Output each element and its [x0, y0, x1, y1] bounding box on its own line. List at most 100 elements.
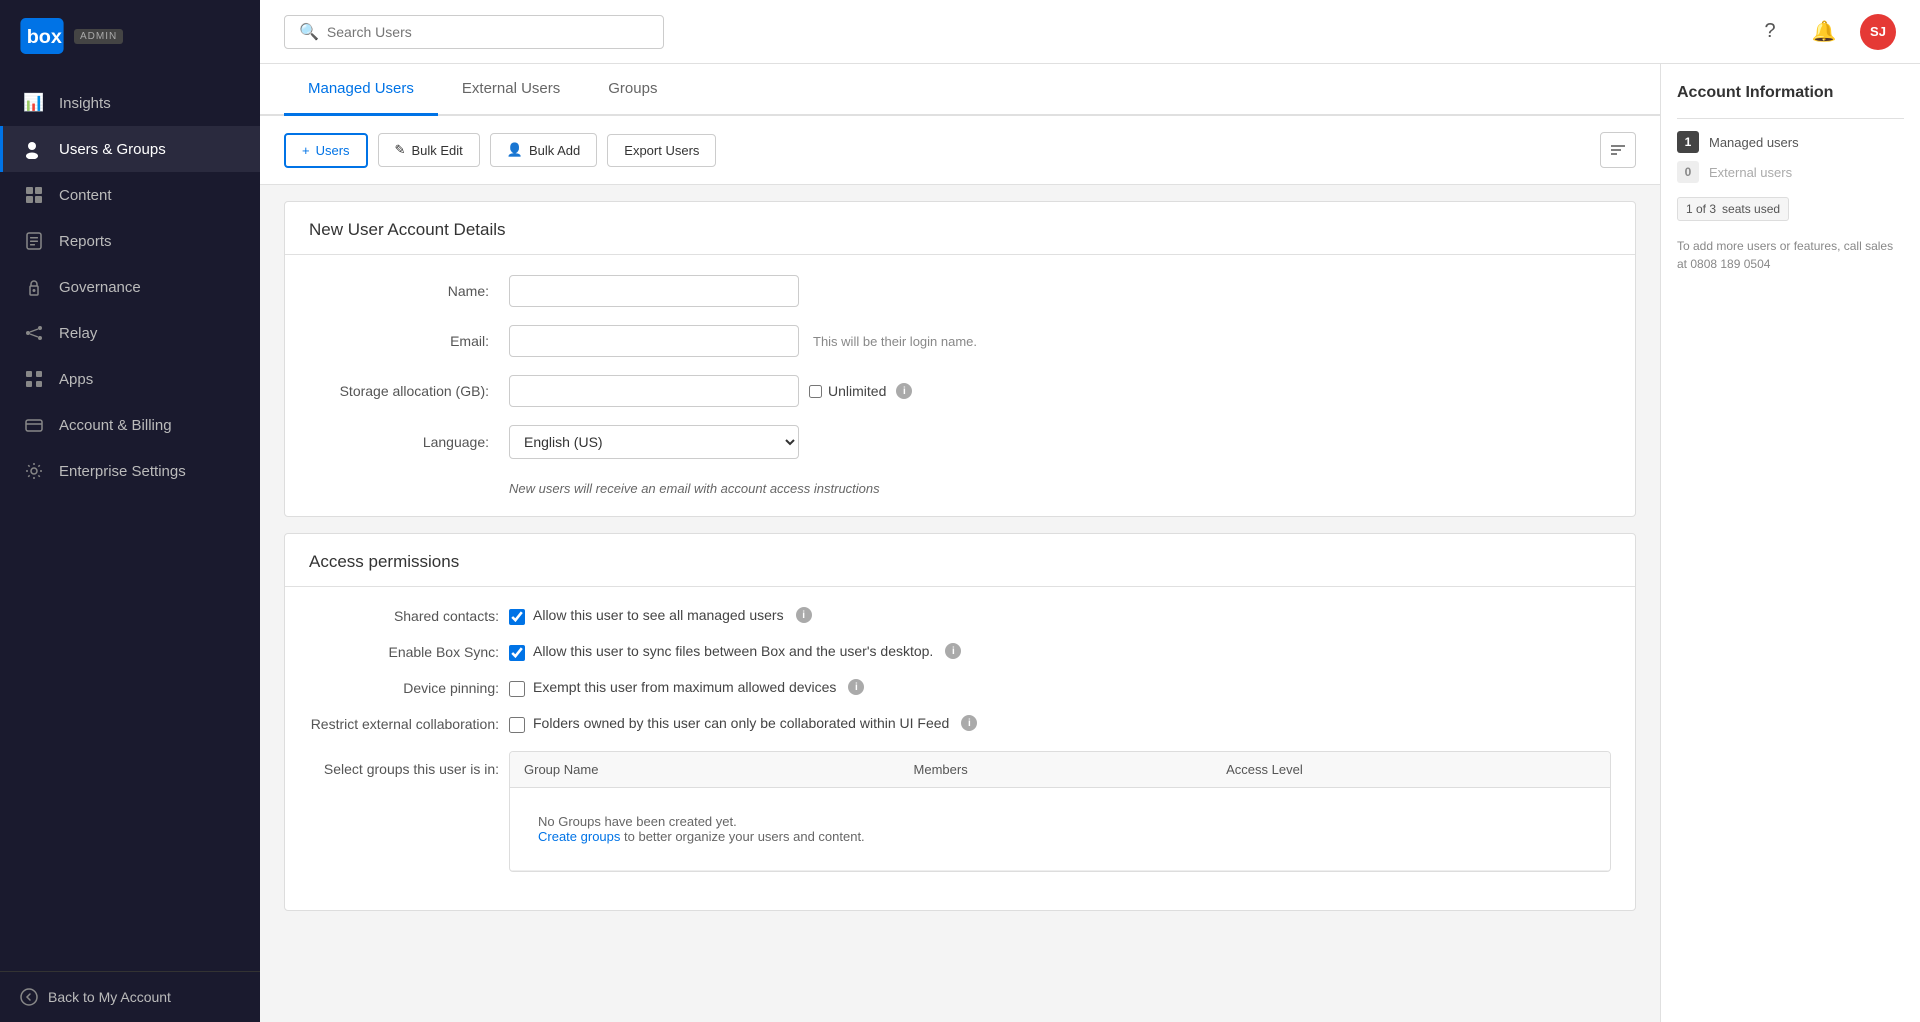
shared-contacts-row: Shared contacts: Allow this user to see …: [309, 607, 1611, 625]
managed-users-badge: 1: [1677, 131, 1699, 153]
name-input[interactable]: [509, 275, 799, 307]
sort-icon: [1609, 141, 1627, 159]
admin-badge: ADMIN: [74, 29, 123, 44]
new-user-title: New User Account Details: [285, 202, 1635, 255]
sidebar-item-label: Content: [59, 187, 112, 204]
device-pinning-checkbox[interactable]: [509, 681, 525, 697]
device-pinning-label: Device pinning:: [309, 680, 509, 696]
insights-icon: 📊: [23, 92, 45, 114]
main-area: 🔍 ? 🔔 SJ Managed Users External Users Gr…: [260, 0, 1920, 1022]
plus-icon: +: [302, 143, 310, 158]
device-pinning-text: Exempt this user from maximum allowed de…: [533, 679, 836, 695]
shared-contacts-text: Allow this user to see all managed users: [533, 607, 784, 623]
panel-title: Account Information: [1677, 84, 1904, 102]
tab-managed-users[interactable]: Managed Users: [284, 64, 438, 116]
email-input[interactable]: [509, 325, 799, 357]
bulk-add-button[interactable]: 👤 Bulk Add: [490, 133, 598, 167]
bulk-edit-icon: ✎: [395, 142, 406, 158]
seats-badge: 1 of 3 seats used: [1677, 197, 1789, 221]
sales-note: To add more users or features, call sale…: [1677, 237, 1904, 273]
governance-icon: [23, 276, 45, 298]
external-users-badge: 0: [1677, 161, 1699, 183]
topbar-icons: ? 🔔 SJ: [1752, 14, 1896, 50]
access-permissions-body: Shared contacts: Allow this user to see …: [285, 587, 1635, 910]
storage-label: Storage allocation (GB):: [309, 383, 509, 399]
sidebar-item-insights[interactable]: 📊 Insights: [0, 80, 260, 126]
account-billing-icon: [23, 414, 45, 436]
sidebar-item-label: Relay: [59, 325, 97, 342]
name-row: Name:: [309, 275, 1611, 307]
shared-contacts-label: Shared contacts:: [309, 608, 509, 624]
storage-input[interactable]: 10: [509, 375, 799, 407]
bulk-add-icon: 👤: [507, 142, 523, 158]
add-users-button[interactable]: + Users: [284, 133, 368, 168]
tabs-bar: Managed Users External Users Groups: [260, 64, 1660, 116]
groups-table-container: Group Name Members Access Level: [509, 751, 1611, 872]
groups-empty-cell: No Groups have been created yet. Create …: [510, 788, 1610, 871]
page-content: Managed Users External Users Groups + Us…: [260, 64, 1660, 1022]
language-row: Language: English (US) French German Spa…: [309, 425, 1611, 459]
box-sync-row: Enable Box Sync: Allow this user to sync…: [309, 643, 1611, 661]
sidebar-item-governance[interactable]: Governance: [0, 264, 260, 310]
sidebar-item-apps[interactable]: Apps: [0, 356, 260, 402]
col-members: Members: [900, 752, 1213, 788]
unlimited-label: Unlimited: [828, 383, 886, 399]
sidebar-bottom: Back to My Account: [0, 971, 260, 1022]
box-sync-info-icon: i: [945, 643, 961, 659]
managed-users-label: Managed users: [1709, 135, 1799, 150]
notifications-button[interactable]: 🔔: [1806, 14, 1842, 50]
sidebar: box ADMIN 📊 Insights Users & Groups: [0, 0, 260, 1022]
sidebar-item-relay[interactable]: Relay: [0, 310, 260, 356]
sidebar-item-label: Reports: [59, 233, 112, 250]
sidebar-item-enterprise-settings[interactable]: Enterprise Settings: [0, 448, 260, 494]
groups-row: Select groups this user is in: Group Nam…: [309, 751, 1611, 872]
back-to-account-button[interactable]: Back to My Account: [20, 988, 240, 1006]
sidebar-item-label: Account & Billing: [59, 417, 172, 434]
tab-groups[interactable]: Groups: [584, 64, 681, 116]
device-pinning-checkbox-row: Exempt this user from maximum allowed de…: [509, 679, 864, 697]
logo-area: box ADMIN: [0, 0, 260, 72]
toolbar: + Users ✎ Bulk Edit 👤 Bulk Add Export Us…: [260, 116, 1660, 185]
avatar[interactable]: SJ: [1860, 14, 1896, 50]
svg-text:box: box: [27, 26, 62, 48]
export-users-button[interactable]: Export Users: [607, 134, 716, 167]
language-select[interactable]: English (US) French German Spanish Japan…: [509, 425, 799, 459]
bulk-edit-button[interactable]: ✎ Bulk Edit: [378, 133, 480, 167]
restrict-checkbox[interactable]: [509, 717, 525, 733]
groups-table: Group Name Members Access Level: [510, 752, 1610, 871]
restrict-label: Restrict external collaboration:: [309, 716, 509, 732]
restrict-info-icon: i: [961, 715, 977, 731]
sidebar-item-content[interactable]: Content: [0, 172, 260, 218]
box-sync-checkbox[interactable]: [509, 645, 525, 661]
unlimited-info-icon: i: [896, 383, 912, 399]
box-sync-checkbox-row: Allow this user to sync files between Bo…: [509, 643, 961, 661]
right-panel: Account Information 1 Managed users 0 Ex…: [1660, 64, 1920, 1022]
sidebar-item-label: Insights: [59, 95, 111, 112]
create-groups-link[interactable]: Create groups: [538, 829, 620, 844]
unlimited-area: Unlimited i: [809, 383, 912, 399]
users-groups-icon: [23, 138, 45, 160]
help-button[interactable]: ?: [1752, 14, 1788, 50]
shared-contacts-info-icon: i: [796, 607, 812, 623]
box-sync-text: Allow this user to sync files between Bo…: [533, 643, 933, 659]
tab-external-users[interactable]: External Users: [438, 64, 584, 116]
access-permissions-title: Access permissions: [285, 534, 1635, 587]
search-input[interactable]: [327, 24, 649, 40]
unlimited-checkbox[interactable]: [809, 385, 822, 398]
external-users-label: External users: [1709, 165, 1792, 180]
restrict-checkbox-row: Folders owned by this user can only be c…: [509, 715, 977, 733]
back-label: Back to My Account: [48, 989, 171, 1005]
email-label: Email:: [309, 333, 509, 349]
sort-button[interactable]: [1600, 132, 1636, 168]
search-box: 🔍: [284, 15, 664, 49]
sidebar-item-reports[interactable]: Reports: [0, 218, 260, 264]
device-pinning-row: Device pinning: Exempt this user from ma…: [309, 679, 1611, 697]
storage-row: Storage allocation (GB): 10 Unlimited i: [309, 375, 1611, 407]
content-icon: [23, 184, 45, 206]
sidebar-item-users-groups[interactable]: Users & Groups: [0, 126, 260, 172]
shared-contacts-checkbox-row: Allow this user to see all managed users…: [509, 607, 812, 625]
access-permissions-section: Access permissions Shared contacts: Allo…: [284, 533, 1636, 911]
panel-divider: [1677, 118, 1904, 119]
sidebar-item-account-billing[interactable]: Account & Billing: [0, 402, 260, 448]
shared-contacts-checkbox[interactable]: [509, 609, 525, 625]
